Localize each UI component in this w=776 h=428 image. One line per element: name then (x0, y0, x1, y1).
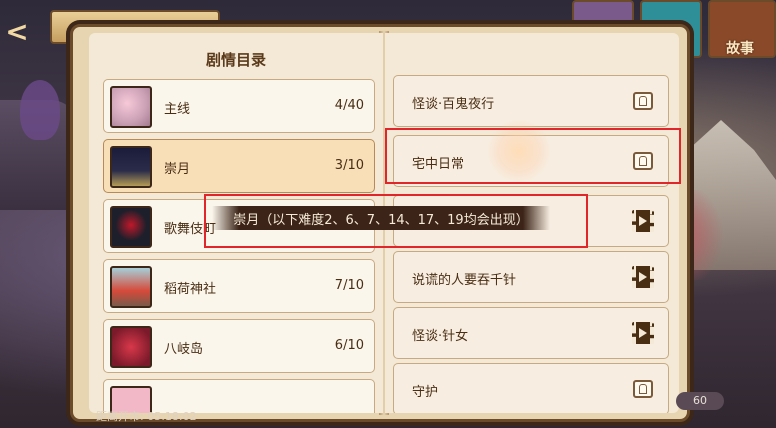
counter-badge: 60 (676, 392, 724, 410)
episode-name: 说谎的人要吞千针 (412, 273, 517, 288)
chapter-name: 八岐岛 (164, 342, 204, 357)
chapter-thumbnail (110, 86, 152, 128)
episode-item[interactable]: 守护 (393, 363, 669, 413)
episode-item[interactable]: 说谎的人要吞千针 (393, 251, 669, 303)
chapter-thumbnail (110, 206, 152, 248)
chapter-item-yamata[interactable]: 八岐岛 6/10 (103, 319, 375, 373)
episode-name: 怪谈·百鬼夜行 (412, 97, 495, 112)
chapter-name: 主线 (164, 102, 191, 117)
chapter-progress: 6/10 (334, 338, 364, 353)
chapter-item-inari[interactable]: 稻荷神社 7/10 (103, 259, 375, 313)
chapter-thumbnail (110, 146, 152, 188)
background-ghost (20, 80, 60, 140)
episode-item[interactable]: 怪谈·针女 (393, 307, 669, 359)
episode-item[interactable]: 怪谈·百鬼夜行 (393, 75, 669, 127)
chapter-item-main[interactable]: 主线 4/40 (103, 79, 375, 133)
chapter-name: 稻荷神社 (164, 282, 217, 297)
play-icon[interactable] (632, 266, 654, 288)
episode-name: 怪谈·针女 (412, 329, 469, 344)
chapter-progress: 7/10 (334, 278, 364, 293)
distance-timer: 距离开市: 05:18:02 (96, 410, 197, 423)
chapter-progress: 3/10 (334, 158, 364, 173)
story-label: 故事 (726, 41, 754, 57)
chapter-progress: 4/40 (334, 98, 364, 113)
episode-name: 守护 (412, 385, 439, 400)
chapter-list-title: 剧情目录 (205, 51, 266, 69)
chapter-thumbnail (110, 266, 152, 308)
highlight-box (385, 128, 681, 184)
back-button[interactable]: < (0, 14, 34, 48)
highlight-box (204, 194, 588, 248)
chapter-thumbnail (110, 326, 152, 368)
play-icon[interactable] (632, 210, 654, 232)
lock-icon (632, 378, 654, 400)
chapter-name: 崇月 (164, 162, 191, 177)
play-icon[interactable] (632, 322, 654, 344)
chapter-item-sugetsu[interactable]: 崇月 3/10 (103, 139, 375, 193)
lock-icon (632, 90, 654, 112)
